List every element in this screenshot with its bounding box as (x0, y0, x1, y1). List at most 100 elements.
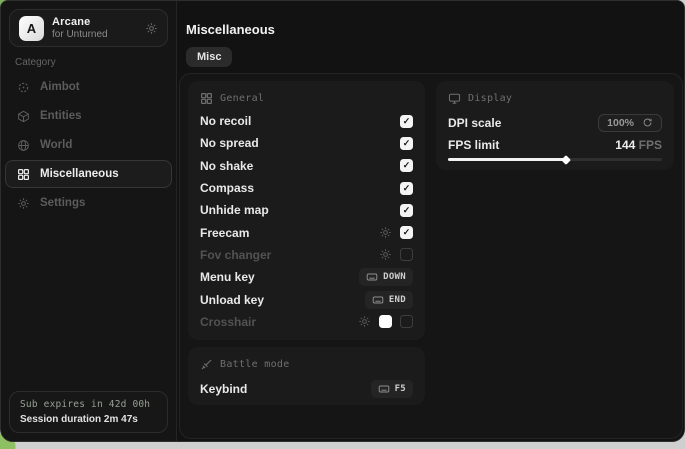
dpi-scale-select[interactable]: 100% (598, 114, 662, 132)
setting-controls: ✓ (400, 204, 413, 217)
setting-controls: ✓ (400, 137, 413, 150)
setting-row-unload-key: Unload key END (188, 288, 425, 310)
setting-row-menu-key: Menu keyDOWN (188, 266, 425, 288)
sword-icon (200, 358, 213, 371)
main-content: Miscellaneous Misc General No recoil✓No … (178, 1, 684, 441)
setting-label: Unload key (200, 293, 264, 307)
panel-display-header: Display (436, 81, 674, 110)
app-name: Arcane (52, 16, 108, 28)
sidebar-item-aimbot[interactable]: Aimbot (5, 73, 172, 101)
app-logo: A (19, 16, 44, 41)
setting-row-fov-changer: Fov changer (188, 244, 425, 266)
grid-icon (200, 92, 213, 105)
checkbox[interactable]: ✓ (400, 226, 413, 239)
setting-row-no-recoil: No recoil ✓ (188, 110, 425, 132)
tab-misc[interactable]: Misc (186, 47, 232, 67)
dpi-scale-label: DPI scale (448, 116, 501, 130)
setting-label: No shake (200, 159, 253, 173)
setting-label: Freecam (200, 226, 249, 240)
tab-bar: Misc (186, 47, 232, 67)
fps-slider-thumb[interactable] (561, 155, 571, 165)
setting-row-no-shake: No shake ✓ (188, 155, 425, 177)
page-title: Miscellaneous (186, 22, 275, 37)
fps-limit-label: FPS limit (448, 138, 499, 152)
fps-limit-row: FPS limit 144 FPS (436, 135, 674, 155)
category-label: Category (15, 57, 56, 68)
setting-controls: F5 (371, 380, 413, 398)
setting-label: No recoil (200, 114, 251, 128)
fps-slider-fill (448, 158, 566, 161)
keybind-value: END (389, 295, 406, 305)
cube-icon (17, 110, 30, 123)
app-window: A Arcane for Unturned Category Aimbot Ent… (0, 0, 685, 442)
keyboard-icon (372, 294, 384, 306)
setting-controls: ✓ (379, 226, 413, 239)
panel-general-header: General (188, 81, 425, 110)
keyboard-icon (366, 271, 378, 283)
setting-controls: DOWN (359, 268, 413, 286)
gear-icon[interactable] (145, 22, 158, 35)
setting-row-compass: Compass ✓ (188, 177, 425, 199)
setting-label: Crosshair (200, 315, 256, 329)
setting-controls (358, 315, 413, 328)
dpi-scale-row: DPI scale 100% (436, 110, 674, 135)
panel-battle-mode: Battle mode Keybind F5 (188, 347, 425, 405)
gear-icon[interactable] (358, 315, 371, 328)
gear-icon[interactable] (379, 248, 392, 261)
sidebar-item-world[interactable]: World (5, 131, 172, 159)
gear-icon[interactable] (379, 226, 392, 239)
setting-label: Compass (200, 181, 254, 195)
app-header-card: A Arcane for Unturned (9, 9, 168, 47)
sidebar: A Arcane for Unturned Category Aimbot Ent… (1, 1, 177, 441)
fps-limit-slider[interactable] (448, 158, 662, 161)
grid-icon (17, 168, 30, 181)
setting-row-crosshair: Crosshair (188, 311, 425, 333)
setting-controls: ✓ (400, 115, 413, 128)
app-subtitle: for Unturned (52, 29, 108, 40)
keybind-button[interactable]: F5 (371, 380, 413, 398)
subscription-expiry: Sub expires in 42d 00h (20, 399, 157, 410)
checkbox[interactable] (400, 248, 413, 261)
sidebar-item-label: Entities (40, 110, 82, 122)
setting-controls: ✓ (400, 159, 413, 172)
checkbox[interactable]: ✓ (400, 204, 413, 217)
subscription-card: Sub expires in 42d 00h Session duration … (9, 391, 168, 433)
sidebar-item-label: Aimbot (40, 81, 80, 93)
session-duration: Session duration 2m 47s (20, 414, 157, 425)
dpi-scale-value: 100% (607, 117, 634, 129)
setting-controls: END (365, 291, 413, 309)
app-meta: Arcane for Unturned (52, 16, 108, 40)
desktop-background: A Arcane for Unturned Category Aimbot Ent… (0, 0, 685, 449)
panel-battle-header: Battle mode (188, 347, 425, 376)
keybind-button[interactable]: END (365, 291, 413, 309)
color-swatch[interactable] (379, 315, 392, 328)
checkbox[interactable]: ✓ (400, 182, 413, 195)
sidebar-item-label: World (40, 139, 72, 151)
setting-row-keybind: Keybind F5 (188, 376, 425, 402)
keyboard-icon (378, 383, 390, 395)
refresh-icon (642, 117, 653, 128)
setting-controls (379, 248, 413, 261)
checkbox[interactable]: ✓ (400, 115, 413, 128)
setting-row-freecam: Freecam ✓ (188, 221, 425, 243)
sidebar-item-miscellaneous[interactable]: Miscellaneous (5, 160, 172, 188)
checkbox[interactable]: ✓ (400, 137, 413, 150)
keybind-value: F5 (395, 384, 406, 394)
setting-row-unhide-map: Unhide map✓ (188, 199, 425, 221)
sidebar-item-entities[interactable]: Entities (5, 102, 172, 130)
sidebar-item-label: Miscellaneous (40, 168, 119, 180)
content-frame: General No recoil✓No spread✓No shake✓Com… (179, 73, 683, 439)
setting-label: Keybind (200, 382, 247, 396)
globe-icon (17, 139, 30, 152)
panel-general: General No recoil✓No spread✓No shake✓Com… (188, 81, 425, 340)
crosshair-icon (17, 81, 30, 94)
fps-limit-value: 144 FPS (615, 138, 662, 152)
panel-display-title: Display (468, 93, 512, 104)
checkbox[interactable]: ✓ (400, 159, 413, 172)
checkbox[interactable] (400, 315, 413, 328)
sidebar-item-settings[interactable]: Settings (5, 189, 172, 217)
sidebar-item-label: Settings (40, 197, 85, 209)
keybind-button[interactable]: DOWN (359, 268, 413, 286)
setting-controls: ✓ (400, 182, 413, 195)
setting-label: No spread (200, 136, 259, 150)
